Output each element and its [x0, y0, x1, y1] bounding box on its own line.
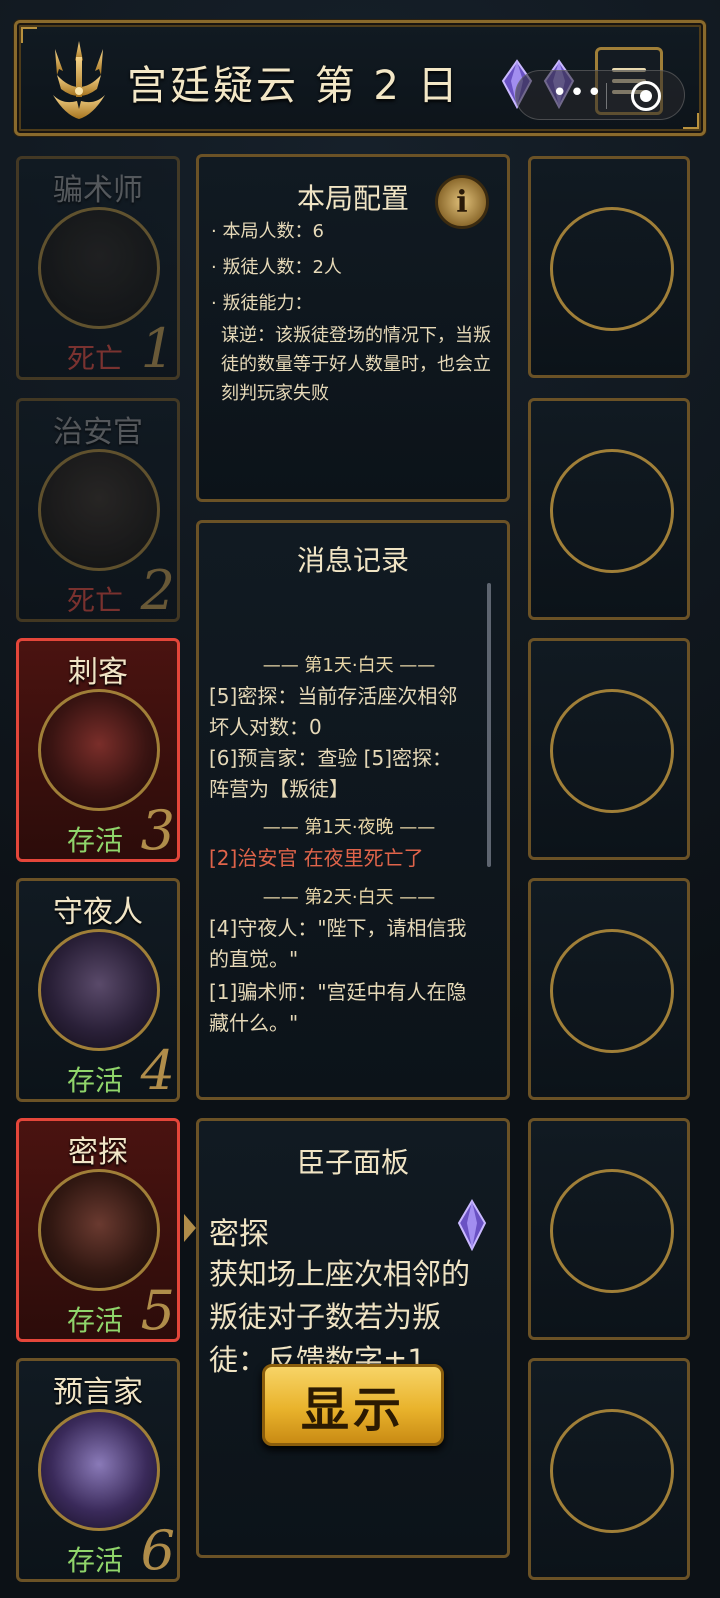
- player-status: 存活: [67, 824, 124, 857]
- minister-panel: 臣子面板 密探 获知场上座次相邻的叛徒对子数若为叛徒：反馈数字±1: [196, 1118, 510, 1558]
- capsule-divider: [606, 83, 607, 109]
- empty-seat-slot[interactable]: [528, 398, 690, 620]
- empty-portrait-ring: [550, 1169, 674, 1293]
- player-name: 密探: [68, 1135, 128, 1170]
- role-name: 密探: [209, 1217, 269, 1252]
- player-card-1[interactable]: 骗术师 死亡 1: [16, 156, 180, 380]
- empty-seat-slot[interactable]: [528, 156, 690, 378]
- empty-portrait-ring: [550, 929, 674, 1053]
- player-name: 治安官: [53, 415, 143, 450]
- config-traitor-count: · 叛徒人数：2人: [211, 257, 342, 278]
- empty-portrait-ring: [550, 207, 674, 331]
- seat-number: 2: [140, 559, 175, 622]
- log-entry: [5]密探：当前存活座次相邻坏人对数：0: [209, 684, 458, 739]
- seat-number: 6: [140, 1519, 175, 1582]
- player-portrait: [38, 689, 160, 811]
- log-day-separator: —— 第1天·白天 ——: [262, 655, 436, 676]
- player-portrait: [38, 449, 160, 571]
- show-button[interactable]: 显示: [262, 1364, 444, 1446]
- player-name: 刺客: [68, 655, 128, 690]
- log-entry-death: [2]治安官 在夜里死亡了: [209, 846, 424, 870]
- player-name: 守夜人: [53, 895, 143, 930]
- game-config-panel: 本局配置 i · 本局人数：6 · 叛徒人数：2人 · 叛徒能力： 谋逆：该叛徒…: [196, 154, 510, 502]
- empty-portrait-ring: [550, 689, 674, 813]
- player-name: 预言家: [53, 1375, 143, 1410]
- role-description: 获知场上座次相邻的叛徒对子数若为叛徒：反馈数字±1: [209, 1257, 471, 1377]
- empty-seat-slot[interactable]: [528, 638, 690, 860]
- player-card-3[interactable]: 刺客 存活 3: [16, 638, 180, 862]
- log-entry: [6]预言家：查验 [5]密探：阵营为【叛徒】: [209, 746, 453, 801]
- trident-crown-icon: [53, 41, 105, 119]
- info-button[interactable]: i: [435, 175, 489, 229]
- log-entry: [4]守夜人："陛下，请相信我的直觉。": [209, 916, 467, 971]
- traitor-ability-description: 谋逆：该叛徒登场的情况下，当叛徒的数量等于好人数量时，也会立刻判玩家失败: [221, 325, 491, 404]
- more-options-icon[interactable]: •••: [552, 80, 604, 106]
- empty-portrait-ring: [550, 449, 674, 573]
- log-day-separator: —— 第1天·夜晚 ——: [262, 817, 436, 838]
- player-status: 存活: [67, 1064, 124, 1097]
- empty-seat-slot[interactable]: [528, 1118, 690, 1340]
- log-day-separator: —— 第2天·白天 ——: [262, 887, 436, 908]
- player-status: 存活: [67, 1544, 124, 1577]
- empty-seat-slot[interactable]: [528, 1358, 690, 1580]
- player-name: 骗术师: [53, 173, 143, 208]
- player-status: 死亡: [67, 584, 124, 617]
- game-title: 宫廷疑云 第 2 日: [127, 63, 461, 109]
- config-traitor-ability: · 叛徒能力：: [211, 293, 313, 314]
- miniprogram-capsule: •••: [515, 70, 685, 120]
- player-portrait: [38, 207, 160, 329]
- player-card-2[interactable]: 治安官 死亡 2: [16, 398, 180, 622]
- seat-number: 3: [140, 799, 175, 862]
- log-entry: [1]骗术师："宫廷中有人在隐藏什么。": [209, 980, 467, 1035]
- player-card-5[interactable]: 密探 存活 5: [16, 1118, 180, 1342]
- player-portrait: [38, 1409, 160, 1531]
- player-card-4[interactable]: 守夜人 存活 4: [16, 878, 180, 1102]
- panel-title: 臣子面板: [296, 1146, 409, 1179]
- player-status: 死亡: [67, 342, 124, 375]
- message-log-panel[interactable]: 消息记录 —— 第1天·白天 —— [5]密探：当前存活座次相邻坏人对数：0 […: [196, 520, 510, 1100]
- seat-number: 4: [140, 1039, 175, 1102]
- seat-number: 5: [140, 1279, 175, 1342]
- close-target-icon[interactable]: [631, 81, 661, 111]
- crystal-gem-icon: [457, 1199, 487, 1251]
- player-portrait: [38, 929, 160, 1051]
- player-portrait: [38, 1169, 160, 1291]
- panel-title: 消息记录: [296, 544, 409, 577]
- player-status: 存活: [67, 1304, 124, 1337]
- empty-portrait-ring: [550, 1409, 674, 1533]
- empty-seat-slot[interactable]: [528, 878, 690, 1100]
- config-player-count: · 本局人数：6: [211, 221, 324, 242]
- player-card-6[interactable]: 预言家 存活 6: [16, 1358, 180, 1582]
- selection-arrow-icon: [184, 1214, 196, 1242]
- seat-number: 1: [140, 317, 175, 380]
